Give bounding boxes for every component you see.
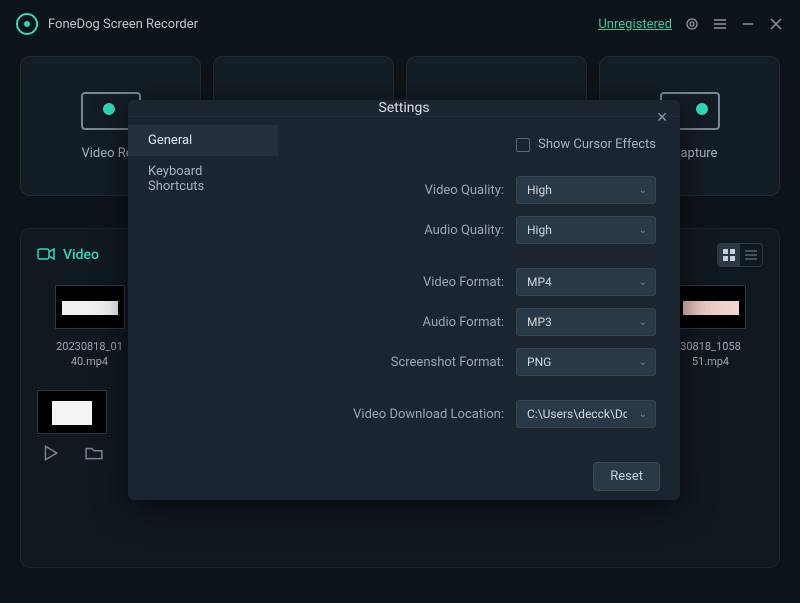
- chevron-down-icon: ⌄: [639, 409, 647, 420]
- checkbox-label: Show Cursor Effects: [538, 137, 656, 152]
- app-title: FoneDog Screen Recorder: [48, 17, 198, 32]
- library-title: Video: [63, 247, 99, 263]
- chevron-down-icon: ⌄: [639, 357, 647, 368]
- close-icon[interactable]: [768, 16, 784, 32]
- camera-icon: [37, 246, 55, 265]
- settings-modal: Settings ✕ General Keyboard Shortcuts Sh…: [128, 100, 680, 500]
- recording-label: 20230818_01 40.mp4: [56, 339, 123, 370]
- recording-label: 30818_1058 51.mp4: [680, 339, 741, 370]
- show-cursor-checkbox[interactable]: Show Cursor Effects: [516, 137, 656, 152]
- folder-icon[interactable]: [85, 444, 103, 462]
- tab-shortcuts[interactable]: Keyboard Shortcuts: [128, 156, 278, 202]
- label-audio-quality: Audio Quality:: [424, 223, 504, 238]
- menu-icon[interactable]: [712, 16, 728, 32]
- play-icon[interactable]: [41, 444, 59, 462]
- grid-view-icon[interactable]: [718, 244, 740, 266]
- tab-general[interactable]: General: [128, 125, 278, 156]
- select-screenshot-format[interactable]: PNG⌄: [516, 348, 656, 376]
- modal-title: Settings: [378, 100, 429, 116]
- chevron-down-icon: ⌄: [639, 277, 647, 288]
- recording-item[interactable]: [37, 390, 107, 434]
- list-view-icon[interactable]: [740, 244, 762, 266]
- settings-gear-icon[interactable]: [684, 16, 700, 32]
- chevron-down-icon: ⌄: [639, 185, 647, 196]
- select-audio-quality[interactable]: High⌄: [516, 216, 656, 244]
- app-logo: [16, 13, 38, 35]
- label-audio-format: Audio Format:: [423, 315, 504, 330]
- label-video-quality: Video Quality:: [425, 183, 504, 198]
- chevron-down-icon: ⌄: [639, 317, 647, 328]
- view-toggle: [717, 243, 763, 267]
- label-download-location: Video Download Location:: [353, 407, 504, 422]
- settings-sidebar: General Keyboard Shortcuts: [128, 117, 278, 452]
- modal-close-icon[interactable]: ✕: [656, 110, 668, 126]
- recording-item[interactable]: 20230818_01 40.mp4: [37, 285, 142, 370]
- select-audio-format[interactable]: MP3⌄: [516, 308, 656, 336]
- select-video-quality[interactable]: High⌄: [516, 176, 656, 204]
- label-screenshot-format: Screenshot Format:: [391, 355, 504, 370]
- select-video-format[interactable]: MP4⌄: [516, 268, 656, 296]
- titlebar: FoneDog Screen Recorder Unregistered: [0, 0, 800, 48]
- unregistered-link[interactable]: Unregistered: [598, 17, 672, 32]
- reset-button[interactable]: Reset: [593, 462, 660, 491]
- chevron-down-icon: ⌄: [639, 225, 647, 236]
- select-download-location[interactable]: C:\Users\decck\Do⌄: [516, 400, 656, 428]
- label-video-format: Video Format:: [423, 275, 504, 290]
- checkbox-icon: [516, 138, 530, 152]
- minimize-icon[interactable]: [740, 16, 756, 32]
